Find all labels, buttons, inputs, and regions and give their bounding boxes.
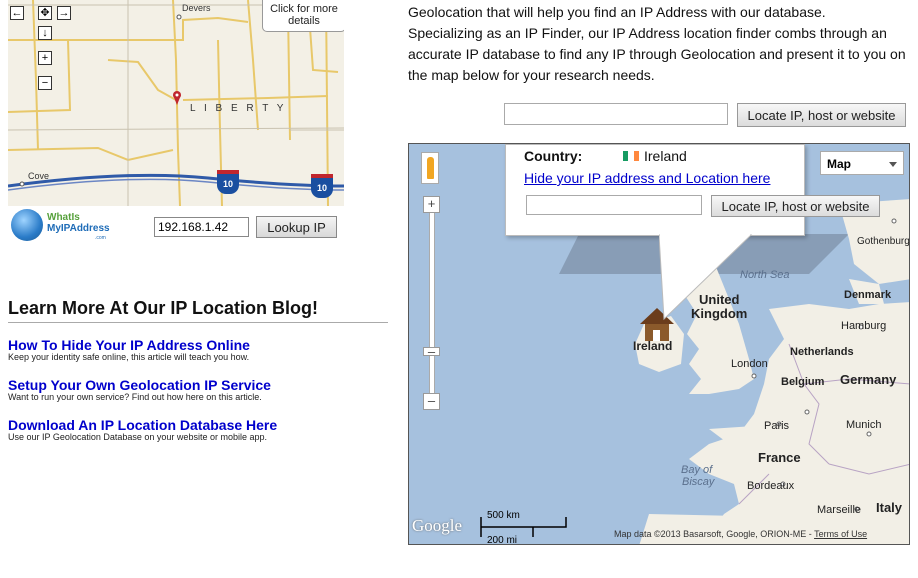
map-label: Ireland: [633, 339, 673, 353]
intro-line-1: Geolocation that will help you find an I…: [408, 4, 826, 20]
chevron-down-icon: [889, 162, 897, 167]
logo-line-2: MyIPAddress: [47, 223, 110, 234]
blog-link-geolocation-service[interactable]: Setup Your Own Geolocation IP Service: [8, 377, 271, 393]
map-attribution: Map data ©2013 Basarsoft, Google, ORION-…: [614, 529, 867, 539]
place-label-liberty: L I B E R T Y: [190, 103, 287, 114]
map-type-value: Map: [827, 157, 851, 171]
divider: [8, 322, 388, 323]
blog-link-download-database[interactable]: Download An IP Location Database Here: [8, 417, 277, 433]
map-label: Biscay: [682, 476, 715, 488]
map-callout[interactable]: Click for more details: [262, 0, 344, 32]
terms-of-use-link[interactable]: Terms of Use: [814, 529, 867, 539]
info-window-locate-input[interactable]: [526, 195, 702, 215]
blog-desc: Use our IP Geolocation Database on your …: [8, 432, 267, 442]
zoom-slider[interactable]: [429, 196, 435, 406]
ip-address-input[interactable]: [154, 217, 249, 237]
map-label: France: [758, 450, 801, 465]
country-label: Country:: [524, 148, 583, 164]
zoom-in-button[interactable]: +: [38, 51, 52, 65]
attribution-text: Map data ©2013 Basarsoft, Google, ORION-…: [614, 529, 815, 539]
location-map[interactable]: + – – North Sea Gothenburg Denmark Unite…: [408, 143, 910, 545]
highway-shield-icon: 10: [217, 170, 239, 194]
place-label-devers: Devers: [182, 3, 211, 13]
google-logo[interactable]: Google: [412, 516, 462, 536]
blog-heading: Learn More At Our IP Location Blog!: [8, 298, 319, 318]
hide-ip-link[interactable]: Hide your IP address and Location here: [524, 170, 770, 186]
globe-icon: [11, 209, 43, 241]
highway-shield-icon: 10: [311, 174, 333, 198]
map-label: Belgium: [781, 376, 825, 388]
lookup-ip-button[interactable]: Lookup IP: [256, 216, 337, 238]
map-label: London: [731, 358, 768, 370]
map-label: Bay of: [681, 464, 713, 476]
zoom-slider-handle[interactable]: –: [423, 345, 440, 358]
locate-input[interactable]: [504, 103, 728, 125]
map-type-dropdown[interactable]: Map: [820, 151, 904, 175]
blog-desc: Keep your identity safe online, this art…: [8, 352, 250, 362]
pan-right-button[interactable]: →: [57, 6, 71, 20]
map-label: Gothenburg: [857, 236, 910, 247]
map-label: Hamburg: [841, 320, 887, 332]
map-label: Marseille: [817, 504, 862, 516]
map-label: Germany: [840, 372, 897, 387]
locate-button[interactable]: Locate IP, host or website: [737, 103, 906, 127]
pan-center-icon[interactable]: ✥: [38, 6, 52, 20]
info-window-tail: [659, 234, 753, 321]
map-label: Munich: [846, 419, 882, 431]
place-label-cove: Cove: [28, 171, 50, 181]
blog-link-hide-ip[interactable]: How To Hide Your IP Address Online: [8, 337, 250, 353]
intro-paragraph: Specializing as an IP Finder, our IP Add…: [408, 25, 906, 83]
pan-left-button[interactable]: ←: [10, 6, 24, 20]
street-view-pegman-icon[interactable]: [421, 152, 439, 184]
map-zoom-out-button[interactable]: –: [423, 393, 440, 410]
mini-map[interactable]: ← ✥ → ↓ + − Click for more details Dever…: [8, 0, 344, 206]
scale-label-km: 500 km: [487, 510, 520, 521]
site-logo[interactable]: WhatIs MyIPAddress .com: [11, 209, 116, 243]
zoom-out-button[interactable]: −: [38, 76, 52, 90]
map-zoom-in-button[interactable]: +: [423, 196, 440, 213]
map-label: Italy: [876, 500, 903, 515]
map-label: Paris: [764, 420, 790, 432]
map-label: Netherlands: [790, 346, 854, 358]
logo-line-1: WhatIs: [47, 212, 80, 223]
pan-down-button[interactable]: ↓: [38, 26, 52, 40]
ireland-flag-icon: [623, 151, 639, 161]
map-label: Bordeaux: [747, 480, 795, 492]
map-label: Denmark: [844, 289, 892, 301]
info-window: Country: Ireland Hide your IP address an…: [505, 144, 880, 236]
info-window-locate-button[interactable]: Locate IP, host or website: [711, 195, 880, 217]
logo-line-3: .com: [95, 235, 106, 241]
country-value: Ireland: [644, 148, 687, 164]
scale-label-mi: 200 mi: [487, 535, 518, 545]
blog-desc: Want to run your own service? Find out h…: [8, 392, 262, 402]
